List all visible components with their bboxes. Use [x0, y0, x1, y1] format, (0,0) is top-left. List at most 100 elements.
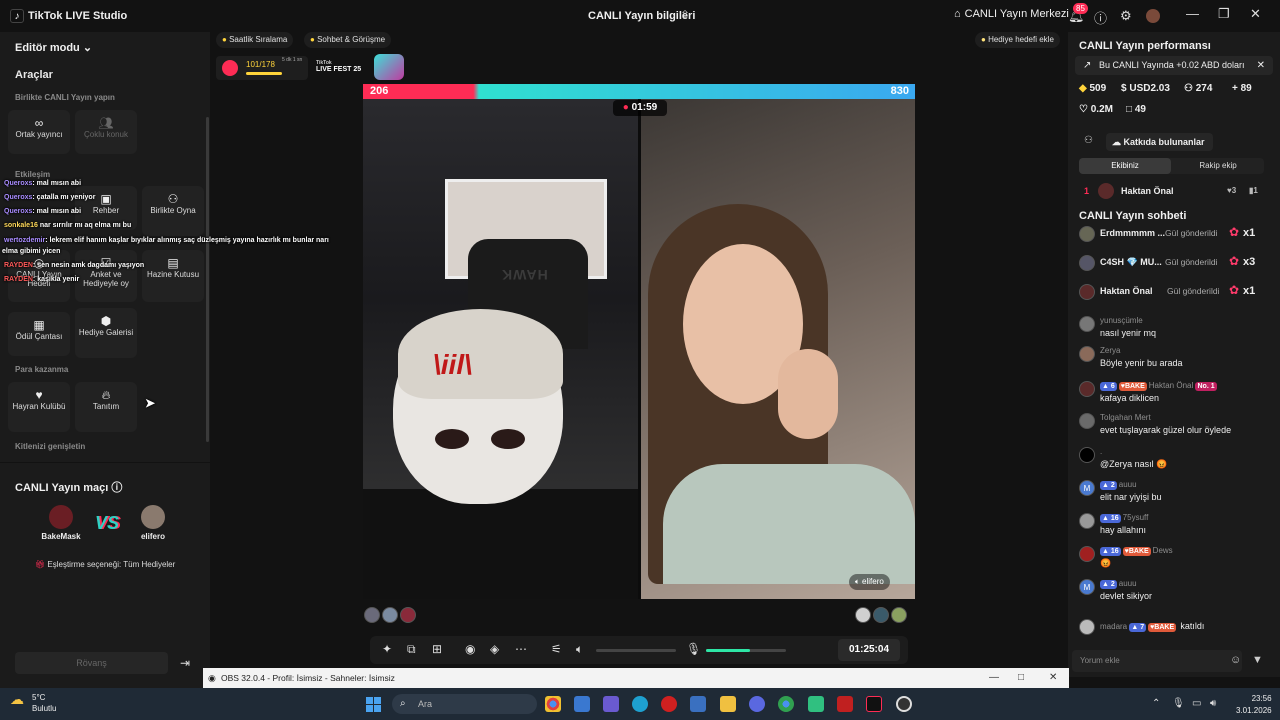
overlay-chat-line: RAYDEN: sen nesin amk dagdamı yaşıyon [4, 262, 145, 269]
player-elifero[interactable]: elifero [123, 505, 183, 541]
discord-icon[interactable] [749, 696, 765, 712]
help-icon[interactable]: ⓘ [1094, 8, 1107, 27]
promote-button[interactable]: 🔥︎ Tanıtım [75, 382, 137, 432]
gift-goal-widget[interactable]: 101/178 5 dk 1 sn [216, 56, 308, 80]
avatar [141, 505, 165, 529]
folder-icon[interactable] [720, 696, 736, 712]
livefest-badge[interactable]: TikTok LIVE FEST 25 [316, 60, 361, 73]
chrome-icon[interactable] [545, 696, 561, 712]
rematch-button[interactable]: Rövanş [15, 652, 168, 674]
taskbar-search[interactable]: ⌕ Ara [392, 694, 537, 714]
exit-icon[interactable]: ⇥ [180, 656, 190, 670]
tab-rival-team[interactable]: Rakip ekip [1172, 158, 1264, 174]
bag-icon: ▦ [33, 318, 45, 332]
host-supporters[interactable] [364, 607, 416, 623]
poll-button[interactable]: ☑ Anket ve Hediyeyle oy [75, 250, 137, 302]
tools-title: Araçlar [15, 69, 53, 81]
gift-gallery-button[interactable]: ⬢ Hediye Galerisi [75, 308, 137, 358]
minimize-icon[interactable]: — [1186, 6, 1199, 21]
store-icon[interactable] [574, 696, 590, 712]
restore-icon[interactable]: ❐ [1218, 6, 1230, 22]
edge-icon[interactable] [632, 696, 648, 712]
monetize-title: Para kazanma [15, 365, 69, 374]
emoji-icon[interactable]: ☺ [1230, 654, 1241, 666]
clock[interactable]: 23:56 3.01.2026 [1236, 693, 1272, 717]
windows-start-icon[interactable] [366, 697, 381, 712]
chrome-alt-icon[interactable] [778, 696, 794, 712]
obs-icon: ◉ [208, 673, 216, 683]
chevron-up-icon[interactable]: ⌃ [1152, 698, 1160, 709]
tab-our-team[interactable]: Ekibiniz [1079, 158, 1171, 174]
mic-tray-icon[interactable]: 🎙︎ [1172, 698, 1185, 709]
camera-settings-icon[interactable]: ◈ [490, 642, 499, 656]
volume-icon[interactable]: 🔊︎ [1210, 698, 1216, 709]
co-host-button[interactable]: ∞ Ortak yayıncı [8, 110, 70, 154]
spotify-icon[interactable] [808, 696, 824, 712]
overlay-chat-line: Queroxs: mal mısın abi [4, 180, 82, 187]
guest-supporters[interactable] [855, 607, 907, 623]
obs-window-bar[interactable]: ◉ OBS 32.0.4 - Profil: İsimsiz - Sahnele… [203, 668, 1069, 688]
event-icon[interactable] [374, 54, 404, 80]
level-badge: ▲ 6 [1100, 382, 1117, 391]
scrollbar[interactable] [206, 117, 209, 442]
editor-mode-dropdown[interactable]: Editör modu ⌄ [15, 41, 92, 54]
stream-preview[interactable]: HAWK \iil\ 🔈︎ elifero 206 830 ● 01:59 [363, 84, 915, 599]
restore-icon[interactable]: □ [1018, 668, 1024, 688]
network-icon[interactable]: ▭ [1192, 698, 1201, 709]
match-option[interactable]: 🎁︎ Eşleştirme seçeneği: Tüm Hediyeler [35, 560, 175, 569]
fan-club-button[interactable]: ♥ Hayran Kulübü [8, 382, 70, 432]
trophy-icon: ● [222, 35, 227, 44]
likes-stat: ♡ 0.2M [1079, 104, 1113, 115]
avatar [1079, 546, 1095, 562]
close-icon[interactable]: ✕ [1049, 668, 1057, 688]
player-bakemask[interactable]: BakeMask [31, 505, 91, 541]
tiktok-icon[interactable] [866, 696, 882, 712]
more-icon[interactable]: ⋯ [515, 642, 527, 656]
opera-icon[interactable] [661, 696, 677, 712]
comment-input[interactable]: Yorum ekle [1072, 650, 1242, 672]
mixer-icon[interactable]: ⚟ [551, 642, 562, 656]
speaker-icon[interactable]: 🔈︎ [576, 642, 583, 657]
coin-icon: ◆ [1079, 83, 1087, 94]
battle-icon: ● [622, 102, 629, 113]
mic-volume-slider[interactable] [706, 649, 786, 652]
microphone-icon[interactable]: 🎙︎ [686, 642, 701, 656]
obs-taskbar-icon[interactable] [896, 696, 912, 712]
teams-icon[interactable] [603, 696, 619, 712]
avatar[interactable] [1146, 9, 1160, 23]
mask-graffiti: \iil\ [433, 349, 472, 380]
reward-bag-button[interactable]: ▦ Ödül Çantası [8, 312, 70, 356]
close-icon[interactable]: ✕ [1257, 56, 1265, 75]
youtube-icon[interactable] [837, 696, 853, 712]
trend-icon: ↗ [1083, 60, 1092, 71]
chat-call-chip[interactable]: ● Sohbet & Görüşme [304, 32, 392, 48]
treasure-box-button[interactable]: ▤ Hazine Kutusu [142, 250, 204, 302]
contributors-button[interactable]: ☁ Katkıda bulunanlar [1106, 133, 1213, 151]
gift-message: C4SH 💎 MU... Gül gönderildi ✿ x3 [1079, 253, 1269, 273]
avatar [364, 607, 380, 623]
magic-wand-icon[interactable]: ✦ [382, 642, 392, 656]
avatar [1079, 447, 1095, 463]
play-together-button[interactable]: ⚇ Birlikte Oyna [142, 186, 204, 236]
speaker-volume-slider[interactable] [596, 649, 676, 652]
add-gift-goal-button[interactable]: ● Hediye hedefi ekle [975, 32, 1060, 48]
gear-icon[interactable]: ⚙ [1120, 8, 1132, 24]
share-icon[interactable]: ⇪ [680, 8, 690, 22]
avatar [1079, 255, 1095, 271]
filter-icon[interactable]: ▼ [1252, 654, 1263, 666]
rank-stat-1: ♥3 [1227, 186, 1237, 195]
avatar [891, 607, 907, 623]
multi-guest-button[interactable]: 👥︎ Çoklu konuk [75, 110, 137, 154]
hourly-ranking-chip[interactable]: ● Saatlik Sıralama [216, 32, 294, 48]
gift-icon: 🎁︎ [35, 560, 46, 569]
live-center-button[interactable]: ⌂ CANLI Yayın Merkezi [954, 8, 1069, 20]
add-source-icon[interactable]: ⧉ [407, 642, 416, 657]
mask-eye [435, 429, 469, 449]
layout-icon[interactable]: ⊞ [432, 642, 442, 656]
battle-timer: ● 01:59 [613, 100, 667, 116]
record-icon[interactable]: ◉ [465, 642, 475, 656]
close-icon[interactable]: ✕ [1250, 6, 1261, 22]
mail-icon[interactable] [690, 696, 706, 712]
help-icon[interactable]: ⓘ [111, 482, 122, 494]
minimize-icon[interactable]: — [989, 668, 999, 688]
